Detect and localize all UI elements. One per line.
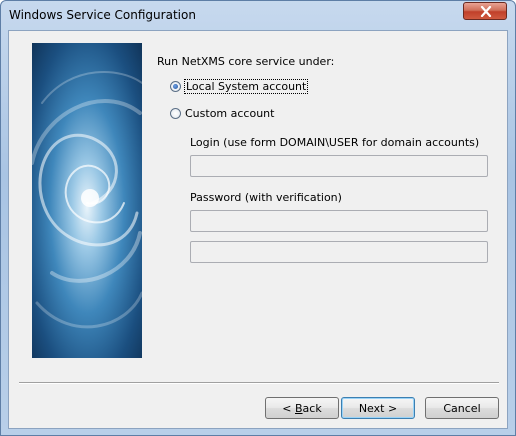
custom-account-radio[interactable]: Custom account bbox=[170, 107, 274, 120]
title-bar[interactable]: Windows Service Configuration bbox=[1, 1, 515, 29]
wizard-window: Windows Service Configuration Run NetXMS… bbox=[0, 0, 516, 436]
dialog-client-area: Run NetXMS core service under: Local Sys… bbox=[8, 30, 508, 429]
button-separator bbox=[19, 382, 499, 384]
radio-button-icon[interactable] bbox=[170, 108, 181, 119]
login-input[interactable] bbox=[190, 155, 488, 177]
service-account-prompt: Run NetXMS core service under: bbox=[157, 55, 335, 68]
local-system-radio[interactable]: Local System account bbox=[170, 79, 309, 94]
custom-account-label[interactable]: Custom account bbox=[185, 107, 274, 120]
radio-button-selected-icon[interactable] bbox=[170, 81, 181, 92]
local-system-label[interactable]: Local System account bbox=[183, 79, 309, 94]
back-button-rest: ack bbox=[302, 401, 322, 415]
back-button-prefix: < bbox=[282, 401, 295, 415]
back-button[interactable]: < Back bbox=[265, 397, 339, 419]
login-label: Login (use form DOMAIN\USER for domain a… bbox=[190, 136, 480, 149]
password-label: Password (with verification) bbox=[190, 191, 342, 204]
close-x-icon bbox=[480, 6, 492, 17]
close-button[interactable] bbox=[463, 2, 507, 20]
window-title: Windows Service Configuration bbox=[9, 8, 196, 22]
password-input[interactable] bbox=[190, 210, 488, 232]
back-button-accelerator: B bbox=[295, 401, 303, 415]
next-button[interactable]: Next > bbox=[341, 397, 415, 419]
side-banner-image bbox=[32, 43, 142, 358]
password-verify-input[interactable] bbox=[190, 241, 488, 263]
cancel-button[interactable]: Cancel bbox=[425, 397, 499, 419]
